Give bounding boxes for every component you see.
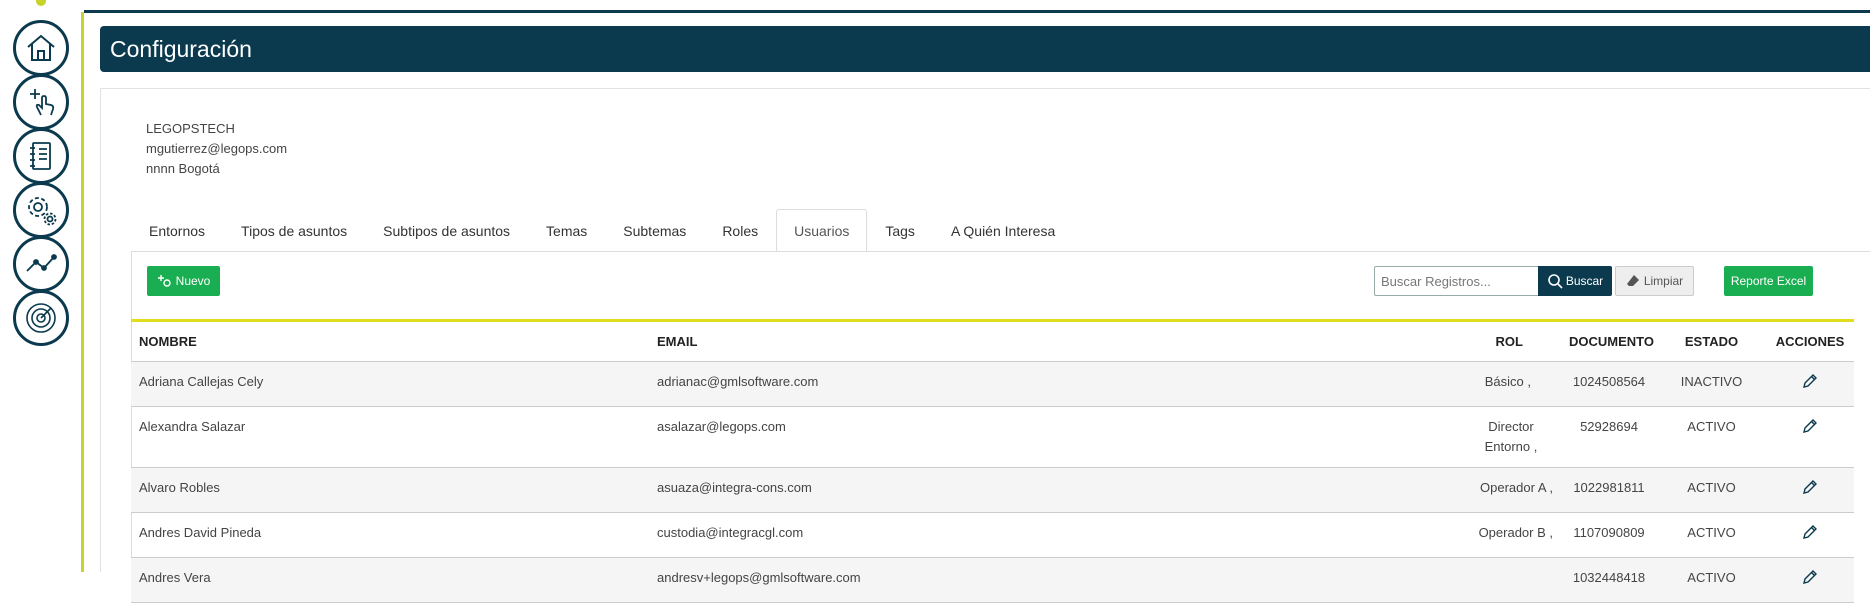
cell-documento: 1107090809	[1561, 512, 1657, 558]
cell-email: custodia@integracgl.com	[649, 512, 1429, 558]
tab-subtemas[interactable]: Subtemas	[605, 209, 704, 252]
search-button[interactable]: Buscar	[1538, 266, 1612, 296]
radar-icon	[26, 303, 56, 333]
edit-pencil-icon[interactable]	[1801, 568, 1819, 586]
user-location: nnnn Bogotá	[146, 161, 220, 176]
cell-email: adrianac@gmlsoftware.com	[649, 361, 1429, 407]
eraser-icon	[1626, 275, 1639, 286]
home-nav-button[interactable]	[13, 20, 69, 76]
col-header-acciones: ACCIONES	[1766, 322, 1854, 362]
add-user-icon	[157, 275, 171, 287]
reports-nav-button[interactable]	[13, 236, 69, 292]
account-info: LEGOPSTECH mgutierrez@legops.com nnnn Bo…	[146, 119, 287, 179]
table-row: Alvaro Robles asuaza@integra-cons.com Op…	[131, 467, 1854, 513]
edit-pencil-icon[interactable]	[1801, 523, 1819, 541]
edit-pencil-icon[interactable]	[1801, 372, 1819, 390]
table-row: Andres David Pineda custodia@integracgl.…	[131, 512, 1854, 558]
tab-a-quien-interesa[interactable]: A Quién Interesa	[933, 209, 1073, 252]
cell-documento: 1032448418	[1561, 557, 1657, 603]
cell-nombre: Alvaro Robles	[131, 467, 649, 513]
excel-report-button[interactable]: Reporte Excel	[1724, 266, 1813, 296]
tab-entornos[interactable]: Entornos	[131, 209, 223, 252]
notebook-icon	[30, 142, 51, 170]
cell-documento: 1022981811	[1561, 467, 1657, 513]
tab-subtipos-de-asuntos[interactable]: Subtipos de asuntos	[365, 209, 528, 252]
rail-accent-line	[81, 12, 84, 572]
rail-accent-corner	[36, 0, 46, 6]
cell-acciones	[1766, 557, 1854, 603]
tab-tags[interactable]: Tags	[867, 209, 933, 252]
cell-estado: ACTIVO	[1657, 557, 1766, 603]
tab-usuarios[interactable]: Usuarios	[776, 209, 868, 252]
cell-nombre: Andres David Pineda	[131, 512, 649, 558]
cell-nombre: Adriana Callejas Cely	[131, 361, 649, 407]
left-nav-rail	[0, 0, 84, 572]
notebook-nav-button[interactable]	[13, 128, 69, 184]
settings-nav-button[interactable]	[13, 182, 69, 238]
col-header-estado[interactable]: ESTADO	[1657, 322, 1766, 362]
cell-acciones	[1766, 512, 1854, 558]
users-table: NOMBRE EMAIL ROL DOCUMENTO ESTADO ACCION…	[131, 319, 1854, 603]
page-title: Configuración	[110, 36, 252, 62]
search-button-label: Buscar	[1565, 274, 1604, 288]
edit-pencil-icon[interactable]	[1801, 478, 1819, 496]
page-header: Configuración	[100, 26, 1870, 72]
add-touch-icon	[30, 89, 55, 116]
table-row: Andres Vera andresv+legops@gmlsoftware.c…	[131, 557, 1854, 603]
company-name: LEGOPSTECH	[146, 121, 235, 136]
col-header-nombre[interactable]: NOMBRE	[131, 322, 649, 362]
edit-pencil-icon[interactable]	[1801, 417, 1819, 435]
tab-tipos-de-asuntos[interactable]: Tipos de asuntos	[223, 209, 365, 252]
line-chart-icon	[26, 254, 57, 272]
tab-roles[interactable]: Roles	[704, 209, 776, 252]
cell-documento: 1024508564	[1561, 361, 1657, 407]
cell-rol: Básico ,	[1429, 361, 1561, 407]
clear-button-label: Limpiar	[1643, 274, 1684, 288]
clear-button[interactable]: Limpiar	[1615, 266, 1694, 296]
cell-nombre: Alexandra Salazar	[131, 406, 649, 468]
cell-estado: ACTIVO	[1657, 512, 1766, 558]
cell-email: asalazar@legops.com	[649, 406, 1429, 468]
gears-icon	[28, 197, 57, 226]
col-header-email[interactable]: EMAIL	[649, 322, 1429, 362]
cell-rol: Operador A ,	[1429, 467, 1561, 513]
radar-nav-button[interactable]	[13, 290, 69, 346]
cell-email: asuaza@integra-cons.com	[649, 467, 1429, 513]
cell-estado: INACTIVO	[1657, 361, 1766, 407]
search-icon	[1548, 274, 1563, 289]
cell-email: andresv+legops@gmlsoftware.com	[649, 557, 1429, 603]
new-button-label: Nuevo	[175, 274, 211, 288]
tab-temas[interactable]: Temas	[528, 209, 605, 252]
table-row: Alexandra Salazar asalazar@legops.com Di…	[131, 406, 1854, 468]
cell-rol: Operador B ,	[1429, 512, 1561, 558]
new-user-button[interactable]: Nuevo	[147, 266, 220, 296]
table-header-row: NOMBRE EMAIL ROL DOCUMENTO ESTADO ACCION…	[131, 322, 1854, 362]
cell-acciones	[1766, 406, 1854, 468]
cell-acciones	[1766, 467, 1854, 513]
add-nav-button[interactable]	[13, 74, 69, 130]
col-header-documento[interactable]: DOCUMENTO	[1561, 322, 1657, 362]
home-icon	[27, 34, 55, 61]
cell-estado: ACTIVO	[1657, 467, 1766, 513]
top-divider	[84, 10, 1870, 13]
cell-rol: Director Entorno ,	[1429, 406, 1561, 468]
cell-acciones	[1766, 361, 1854, 407]
config-tabs: Entornos Tipos de asuntos Subtipos de as…	[131, 209, 1073, 252]
cell-rol	[1429, 557, 1561, 603]
user-email: mgutierrez@legops.com	[146, 141, 288, 156]
cell-documento: 52928694	[1561, 406, 1657, 468]
search-input[interactable]	[1374, 266, 1539, 296]
cell-estado: ACTIVO	[1657, 406, 1766, 468]
col-header-rol[interactable]: ROL	[1429, 322, 1561, 362]
table-row: Adriana Callejas Cely adrianac@gmlsoftwa…	[131, 361, 1854, 407]
cell-nombre: Andres Vera	[131, 557, 649, 603]
